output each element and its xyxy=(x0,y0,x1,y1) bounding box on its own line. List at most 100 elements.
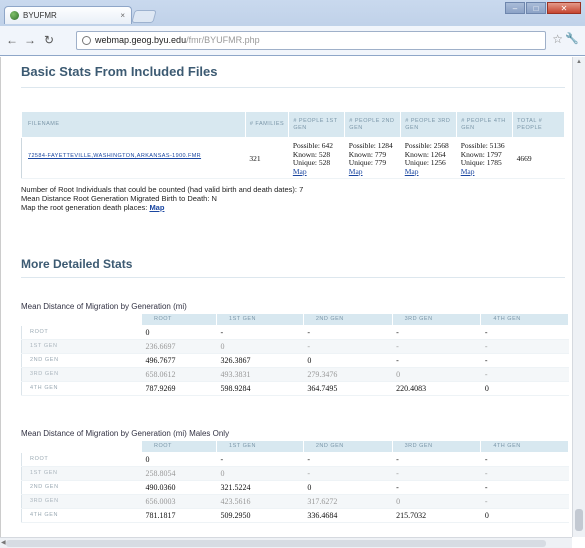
maximize-icon[interactable]: □ xyxy=(526,2,546,14)
new-tab-button[interactable] xyxy=(131,10,157,23)
url-host: webmap.geog.byu.edu xyxy=(95,35,187,45)
window-controls: – □ ✕ xyxy=(505,2,581,14)
table-cell: 258.8054 xyxy=(141,466,217,481)
table-cell: - xyxy=(216,325,304,340)
reload-icon[interactable]: ↻ xyxy=(44,33,54,47)
table-cell: 321.5224 xyxy=(216,480,304,495)
gen2-map-link[interactable]: Map xyxy=(349,167,363,176)
table-cell: 423.5616 xyxy=(216,494,304,509)
row-label: 1ST GEN xyxy=(21,466,142,481)
page-info-icon xyxy=(82,36,91,45)
col-families: # FAMILIES xyxy=(244,111,290,138)
scroll-left-icon[interactable]: ◀ xyxy=(1,539,6,546)
minimize-icon[interactable]: – xyxy=(505,2,525,14)
vertical-scroll-thumb[interactable] xyxy=(575,509,583,531)
table-row: 2ND GEN 496.7677 326.3867 0- - xyxy=(21,353,569,368)
table-header-row: ROOT 1ST GEN 2ND GEN 3RD GEN 4TH GEN xyxy=(21,440,569,453)
table-cell: 236.6697 xyxy=(141,339,217,354)
mean-distance-text: Mean Distance Root Generation Migrated B… xyxy=(21,194,217,203)
gen3-map-link[interactable]: Map xyxy=(405,167,419,176)
table-row: ROOT 0- - - - xyxy=(21,325,569,340)
table-row: 1ST GEN 236.6697 0- - - xyxy=(21,339,569,354)
col-gen3: # PEOPLE 3RD GEN xyxy=(400,111,458,138)
header-blank xyxy=(21,440,142,453)
col-filename: FILENAME xyxy=(21,111,246,138)
bookmark-star-icon[interactable]: ☆ xyxy=(552,32,563,46)
table-cell: 787.9269 xyxy=(141,381,217,396)
gen4-cell: Possible: 5136 Known: 1797 Unique: 1785 … xyxy=(456,137,513,179)
table-cell: 493.3831 xyxy=(216,367,304,382)
table-cell: 0 xyxy=(480,508,569,523)
files-table: FILENAME # FAMILIES # PEOPLE 1ST GEN # P… xyxy=(21,111,565,179)
row-label: 3RD GEN xyxy=(21,367,142,382)
back-icon[interactable]: ← xyxy=(6,33,18,47)
col-gen4: # PEOPLE 4TH GEN xyxy=(456,111,514,138)
row-label: 2ND GEN xyxy=(21,353,142,368)
browser-toolbar: ← → ↻ webmap.geog.byu.edu/fmr/BYUFMR.php… xyxy=(0,26,585,55)
vertical-scrollbar[interactable]: ▲ xyxy=(572,57,585,537)
row-label: 4TH GEN xyxy=(21,381,142,396)
forward-icon[interactable]: → xyxy=(24,33,36,47)
table-cell: 215.7032 xyxy=(392,508,481,523)
table-row: 72584-FAYETTEVILLE,WASHINGTON,ARKANSAS-1… xyxy=(21,137,565,179)
table-row: 4TH GEN 787.9269 598.9284 364.7495 220.4083 0 xyxy=(21,381,569,396)
map-root-link[interactable]: Map xyxy=(149,203,164,212)
table-cell: 598.9284 xyxy=(216,381,304,396)
table-cell: 0 xyxy=(303,353,393,368)
table-cell: 220.4083 xyxy=(392,381,481,396)
table-cell: 0 xyxy=(480,381,569,396)
table-cell: 0 xyxy=(141,452,217,467)
root-count-text: Number of Root Individuals that could be… xyxy=(21,185,304,194)
filename-link[interactable]: 72584-FAYETTEVILLE,WASHINGTON,ARKANSAS-1… xyxy=(28,153,201,159)
column-header: ROOT xyxy=(140,440,218,453)
table-row: 2ND GEN 490.0360 321.5224 0- - xyxy=(21,480,569,495)
table-cell: - xyxy=(392,353,481,368)
close-window-icon[interactable]: ✕ xyxy=(547,2,581,14)
section-title: More Detailed Stats xyxy=(21,257,133,271)
col-total: TOTAL # PEOPLE xyxy=(512,111,565,138)
table-cell: 364.7495 xyxy=(303,381,393,396)
row-label: 2ND GEN xyxy=(21,480,142,495)
gen4-map-link[interactable]: Map xyxy=(461,167,475,176)
wrench-menu-icon[interactable]: 🔧 xyxy=(565,32,579,45)
divider xyxy=(21,87,565,88)
address-bar[interactable]: webmap.geog.byu.edu/fmr/BYUFMR.php xyxy=(76,31,546,50)
table-row: 1ST GEN 258.8054 0- - - xyxy=(21,466,569,481)
gen1-map-link[interactable]: Map xyxy=(293,167,307,176)
table-cell: - xyxy=(392,480,481,495)
migration-table: ROOT 1ST GEN 2ND GEN 3RD GEN 4TH GEN ROOT 0- - -… xyxy=(21,313,569,396)
table-cell: - xyxy=(303,325,393,340)
row-label: ROOT xyxy=(21,452,142,467)
table-cell: - xyxy=(480,367,569,382)
column-header: 4TH GEN xyxy=(480,313,569,326)
table-cell: 279.3476 xyxy=(303,367,393,382)
url-path: /fmr/BYUFMR.php xyxy=(186,35,260,45)
gen2-cell: Possible: 1284 Known: 779 Unique: 779 Ma… xyxy=(344,137,401,179)
column-header: 1ST GEN xyxy=(216,440,304,453)
row-label: ROOT xyxy=(21,325,142,340)
horizontal-scrollbar[interactable]: ◀ xyxy=(0,537,572,548)
table-cell: 0 xyxy=(303,480,393,495)
column-header: 2ND GEN xyxy=(302,440,393,453)
table-cell: - xyxy=(480,339,569,354)
table1-caption: Mean Distance of Migration by Generation… xyxy=(21,302,187,311)
favicon-icon xyxy=(10,11,19,20)
table-cell: - xyxy=(392,466,481,481)
scroll-up-icon[interactable]: ▲ xyxy=(576,59,582,65)
filename-cell: 72584-FAYETTEVILLE,WASHINGTON,ARKANSAS-1… xyxy=(21,137,246,179)
table-cell: - xyxy=(480,353,569,368)
table-cell: 0 xyxy=(216,339,304,354)
browser-tab[interactable]: BYUFMR × xyxy=(4,6,132,24)
table-cell: - xyxy=(392,339,481,354)
table-cell: - xyxy=(303,452,393,467)
column-header: 3RD GEN xyxy=(391,440,482,453)
migration-males-table: ROOT 1ST GEN 2ND GEN 3RD GEN 4TH GEN ROOT 0- - -… xyxy=(21,440,569,523)
tab-close-icon[interactable]: × xyxy=(120,7,125,24)
col-gen2: # PEOPLE 2ND GEN xyxy=(344,111,402,138)
table-cell: - xyxy=(303,466,393,481)
table-cell: 490.0360 xyxy=(141,480,217,495)
families-cell: 321 xyxy=(245,137,289,179)
horizontal-scroll-thumb[interactable] xyxy=(6,540,546,547)
row-label: 4TH GEN xyxy=(21,508,142,523)
table-cell: 0 xyxy=(392,494,481,509)
